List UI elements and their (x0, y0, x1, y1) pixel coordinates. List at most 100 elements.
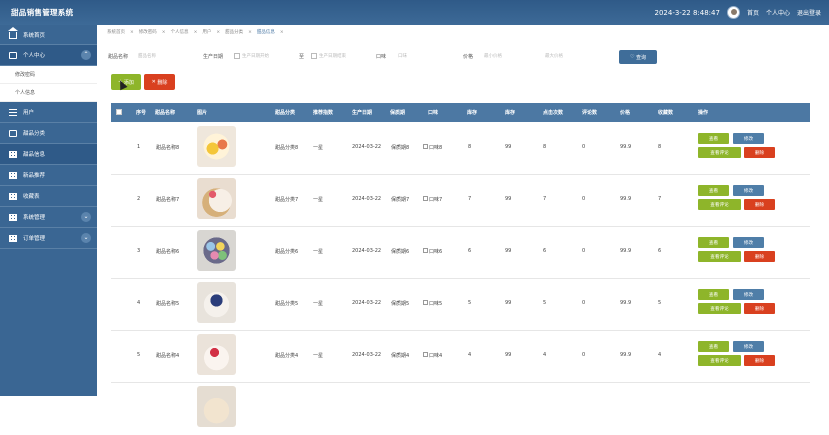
table-row[interactable] (111, 383, 810, 435)
sidebar-item-system[interactable]: 系统管理 ⌄ (0, 207, 97, 228)
edit-button[interactable]: 修改 (733, 341, 764, 352)
cell-comments: 0 (582, 300, 586, 306)
view-button[interactable]: 查看 (698, 133, 729, 144)
edit-button[interactable]: 修改 (733, 133, 764, 144)
crumb-current[interactable]: 甜品信息 (257, 29, 275, 35)
mouth-select[interactable]: 口味 (376, 53, 386, 60)
cell-comments: 0 (582, 248, 586, 254)
sidebar-subitem-password[interactable]: 修改密码 (0, 66, 97, 84)
cell-name: 甜品名称7 (156, 197, 180, 203)
cell-rec: 一星 (313, 249, 324, 255)
cell-date: 2024-03-22 (352, 352, 382, 358)
mouth-label: 口味 (398, 54, 407, 59)
logout-link[interactable]: 退出登录 (797, 8, 821, 17)
crumb[interactable]: 个人信息 (171, 29, 189, 35)
sidebar-item-dessert-info[interactable]: 甜品信息 (0, 144, 97, 165)
chevron-down-icon[interactable]: ⌄ (81, 233, 91, 243)
cell-fav: 8 (658, 144, 662, 150)
crumb[interactable]: 甜品分类 (225, 29, 243, 35)
comments-button[interactable]: 查看评论 (698, 147, 741, 158)
comments-button[interactable]: 查看评论 (698, 355, 741, 366)
edit-button[interactable]: 修改 (733, 237, 764, 248)
view-button[interactable]: 查看 (698, 185, 729, 196)
taste-checkbox[interactable] (423, 196, 428, 201)
crumb[interactable]: 系统首页 (107, 29, 125, 35)
taste-checkbox[interactable] (423, 352, 428, 357)
dessert-image[interactable] (197, 230, 236, 271)
avatar[interactable] (726, 6, 740, 19)
delete-row-button[interactable]: 删除 (744, 355, 775, 366)
table-row[interactable]: 5 甜品名称4 甜品分类4 一星 2024-03-22 保质期4 口味4 4 99 4 0 99.9 4… (111, 331, 810, 383)
crumb[interactable]: 用户 (202, 29, 211, 35)
cell-stock: 8 (468, 144, 472, 150)
price-min-input[interactable]: 最小价格 (484, 53, 502, 59)
cell-category: 甜品分类8 (275, 145, 299, 151)
delete-row-button[interactable]: 删除 (744, 147, 775, 158)
dessert-image[interactable] (197, 178, 236, 219)
chevron-up-icon[interactable]: ⌃ (81, 50, 91, 60)
cell-date: 2024-03-22 (352, 300, 382, 306)
sidebar-item-profile[interactable]: 个人中心 ⌃ (0, 45, 97, 66)
chevron-down-icon[interactable]: ⌄ (81, 212, 91, 222)
table-row[interactable]: 1 甜品名称8 甜品分类8 一星 2024-03-22 保质期8 口味8 8 99 8 0 99.9 8… (111, 123, 810, 175)
sidebar-item-new[interactable]: 新品推荐 (0, 165, 97, 186)
sidebar-item-category[interactable]: 甜品分类 (0, 123, 97, 144)
home-link[interactable]: 首页 (747, 8, 759, 17)
dessert-image[interactable] (197, 386, 236, 427)
list-icon (9, 108, 17, 116)
cell-name: 甜品名称5 (156, 301, 180, 307)
view-button[interactable]: 查看 (698, 237, 729, 248)
dessert-image[interactable] (197, 334, 236, 375)
search-bar: 甜品名称 甜品名称 生产日期 生产日期开始 至 生产日期结束 口味 口味 价格 … (108, 51, 808, 63)
cell-category: 甜品分类6 (275, 249, 299, 255)
name-input[interactable]: 甜品名称 (138, 53, 156, 59)
breadcrumb: 系统首页 × 修改密码 × 个人信息 × 用户 × 甜品分类 × 甜品信息 × (107, 29, 284, 36)
delete-row-button[interactable]: 删除 (744, 199, 775, 210)
edit-button[interactable]: 修改 (733, 185, 764, 196)
sidebar-subitem-info[interactable]: 个人信息 (0, 84, 97, 102)
delete-row-button[interactable]: 删除 (744, 251, 775, 262)
cell-rec: 一星 (313, 145, 324, 151)
sidebar-item-home[interactable]: 系统首页 (0, 25, 97, 45)
cell-shelf: 保质期6 (391, 249, 410, 255)
name-label: 甜品名称 (108, 54, 129, 60)
cell-shelf: 保质期5 (391, 301, 410, 307)
delete-row-button[interactable]: 删除 (744, 303, 775, 314)
dessert-image[interactable] (197, 282, 236, 323)
comments-button[interactable]: 查看评论 (698, 251, 741, 262)
sidebar-item-favorites[interactable]: 收藏表 (0, 186, 97, 207)
taste-checkbox[interactable] (423, 300, 428, 305)
crumb[interactable]: 修改密码 (139, 29, 157, 35)
top-bar: 甜品销售管理系统 2024-3-22 8:48:47 首页 个人中心 退出登录 (0, 0, 829, 25)
cell-clicks: 5 (543, 300, 547, 306)
cell-shelf: 保质期4 (391, 353, 410, 359)
price-max-input[interactable]: 最大价格 (545, 53, 563, 59)
delete-button[interactable]: ✕ 删除 (144, 74, 175, 90)
taste-checkbox[interactable] (423, 248, 428, 253)
sidebar-item-users[interactable]: 用户 (0, 102, 97, 123)
comments-button[interactable]: 查看评论 (698, 199, 741, 210)
range-separator: 至 (299, 54, 305, 60)
table-row[interactable]: 2 甜品名称7 甜品分类7 一星 2024-03-22 保质期7 口味7 7 99 7 0 99.9 7… (111, 175, 810, 227)
table-row[interactable]: 3 甜品名称6 甜品分类6 一星 2024-03-22 保质期6 口味6 6 99 6 0 99.9 6… (111, 227, 810, 279)
cell-stock2: 99 (505, 352, 512, 358)
table-row[interactable]: 4 甜品名称5 甜品分类5 一星 2024-03-22 保质期5 口味5 5 99 5 0 99.9 5… (111, 279, 810, 331)
dessert-image[interactable] (197, 126, 236, 167)
view-button[interactable]: 查看 (698, 341, 729, 352)
cell-stock2: 99 (505, 300, 512, 306)
select-all-checkbox[interactable] (116, 109, 122, 115)
taste-checkbox[interactable] (423, 144, 428, 149)
cell-no: 2 (137, 196, 141, 202)
cell-name: 甜品名称6 (156, 249, 180, 255)
date-from-input[interactable]: 生产日期开始 (242, 53, 269, 59)
sidebar-item-orders[interactable]: 订单管理 ⌄ (0, 228, 97, 249)
comments-button[interactable]: 查看评论 (698, 303, 741, 314)
edit-button[interactable]: 修改 (733, 289, 764, 300)
profile-link[interactable]: 个人中心 (766, 8, 790, 17)
query-button[interactable]: ♡ 查询 (619, 50, 657, 64)
date-label: 生产日期 (203, 54, 224, 60)
cell-comments: 0 (582, 352, 586, 358)
view-button[interactable]: 查看 (698, 289, 729, 300)
date-to-input[interactable]: 生产日期结束 (319, 53, 346, 59)
sidebar-fill (0, 249, 97, 396)
